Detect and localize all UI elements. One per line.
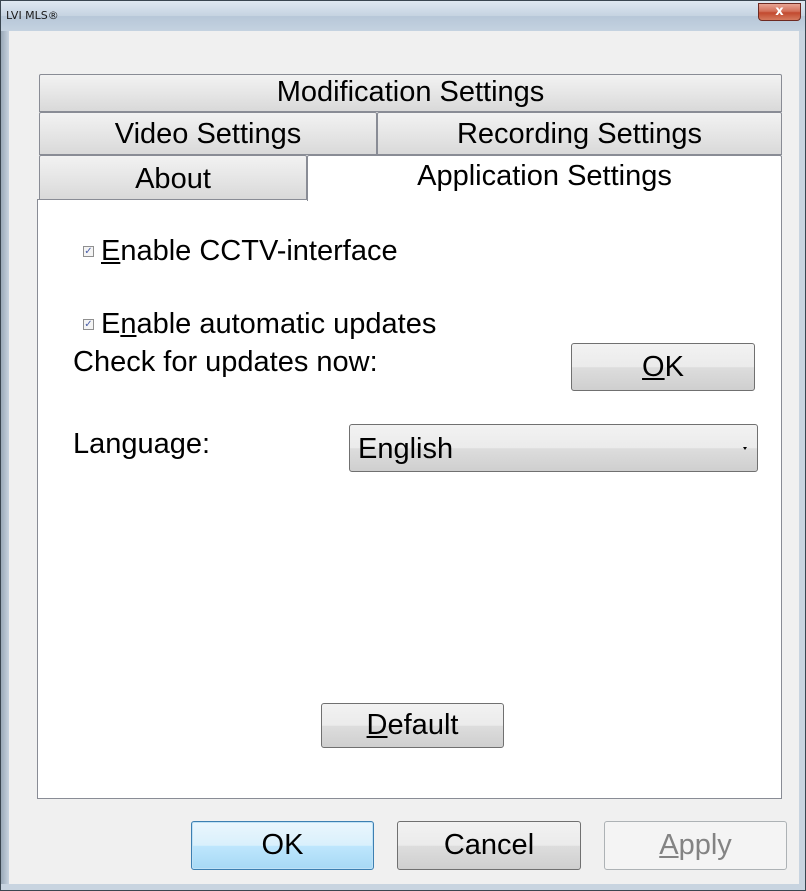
checkbox-label: Enable CCTV-interface	[101, 235, 398, 267]
apply-button[interactable]: Apply	[604, 821, 787, 870]
check-updates-ok-button[interactable]: OK	[571, 343, 755, 391]
chevron-down-icon	[743, 447, 747, 450]
default-button[interactable]: Default	[321, 703, 504, 748]
enable-auto-updates-checkbox[interactable]: ✓ Enable automatic updates	[83, 308, 436, 341]
tab-recording-settings[interactable]: Recording Settings	[377, 112, 782, 155]
tab-about[interactable]: About	[39, 155, 307, 200]
title-bar[interactable]: LVI MLS® x	[1, 1, 805, 31]
dialog-window: LVI MLS® x Modification Settings Video S…	[0, 0, 806, 891]
tab-application-settings[interactable]: Application Settings	[307, 155, 782, 201]
tab-label: Video Settings	[114, 118, 302, 150]
language-select-value: English	[358, 433, 454, 465]
tab-label: About	[135, 163, 211, 195]
check-icon: ✓	[83, 319, 94, 330]
checkbox-label: Enable automatic updates	[101, 308, 437, 340]
tab-modification-settings[interactable]: Modification Settings	[39, 74, 782, 112]
language-select[interactable]: English	[349, 424, 758, 472]
window-title: LVI MLS®	[6, 9, 59, 22]
language-label: Language:	[73, 428, 211, 460]
tab-label: Application Settings	[417, 160, 672, 192]
ok-button[interactable]: OK	[191, 821, 374, 870]
tab-video-settings[interactable]: Video Settings	[39, 112, 377, 155]
enable-cctv-checkbox[interactable]: ✓ Enable CCTV-interface	[83, 235, 398, 268]
check-updates-label: Check for updates now:	[73, 346, 378, 378]
window-frame-edge	[1, 31, 9, 884]
close-icon: x	[775, 4, 784, 19]
cancel-button[interactable]: Cancel	[397, 821, 581, 870]
tab-label: Modification Settings	[276, 76, 545, 108]
check-icon: ✓	[83, 246, 94, 257]
tab-label: Recording Settings	[456, 118, 703, 150]
close-button[interactable]: x	[758, 3, 801, 21]
